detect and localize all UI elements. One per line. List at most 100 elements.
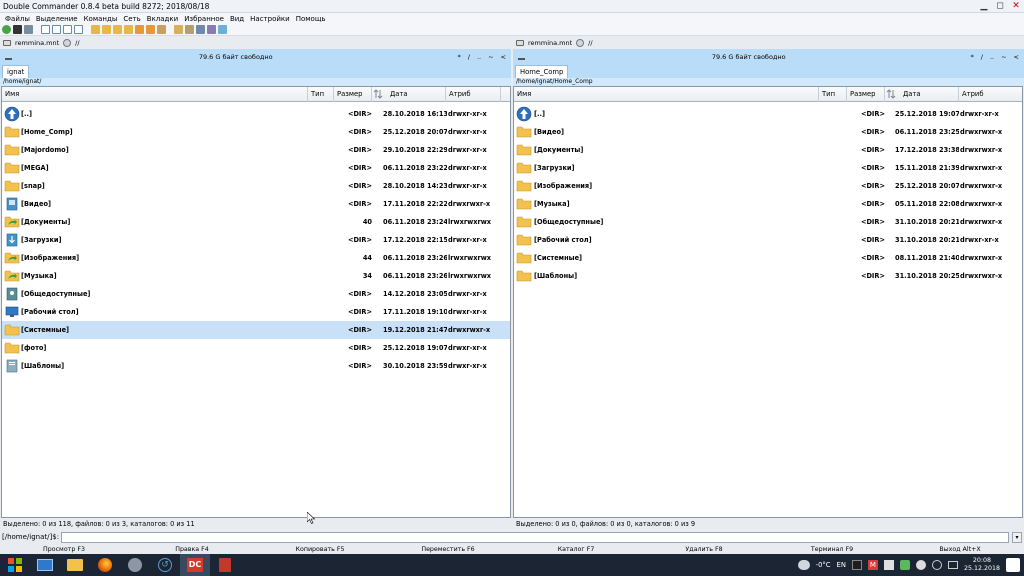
pack-files-icon[interactable]	[113, 25, 122, 34]
f6-move-button[interactable]: Переместить F6	[384, 545, 512, 554]
multi-rename-icon[interactable]	[146, 25, 155, 34]
right-tab-home-comp[interactable]: Home_Comp	[515, 65, 569, 78]
file-row[interactable]: [Загрузки] <DIR> 15.11.2018 21:39:15drwxrw…	[514, 159, 1022, 177]
file-row[interactable]: [Загрузки] <DIR> 17.12.2018 22:15:27drwxr-…	[2, 231, 510, 249]
info-icon[interactable]	[218, 25, 227, 34]
maximize-button[interactable]: ◻	[992, 0, 1008, 13]
tray-app-icon[interactable]	[851, 560, 862, 570]
file-row[interactable]: [Видео] <DIR> 17.11.2018 22:22:44drwxrwxr-…	[2, 195, 510, 213]
left-col-size[interactable]: Размер	[334, 87, 372, 102]
command-input[interactable]	[61, 531, 1009, 543]
file-row[interactable]: [..] <DIR> 28.10.2018 16:13:15drwxr-xr-x	[2, 105, 510, 123]
thumbnails-view-icon[interactable]	[74, 25, 83, 34]
right-nav-home-button[interactable]: ~	[1001, 53, 1006, 61]
clock[interactable]: 20:08 25.12.2018	[964, 557, 1000, 573]
taskbar-app-arrow[interactable]: ↺	[150, 554, 180, 576]
f7-mkdir-button[interactable]: Каталог F7	[512, 545, 640, 554]
right-path[interactable]: /home/ignat/Home_Comp	[513, 78, 1024, 86]
right-drive-label[interactable]: remmina.mnt	[528, 39, 572, 47]
left-drive-dropdown-button[interactable]	[2, 51, 14, 62]
menu-selection[interactable]: Выделение	[33, 15, 81, 23]
right-nav-root-button[interactable]: *	[971, 53, 974, 61]
left-nav-home-button[interactable]: ~	[488, 53, 493, 61]
shield-icon[interactable]	[931, 560, 942, 570]
file-row[interactable]: [Музыка] 34 06.11.2018 23:26:54lrwxrwxrwx	[2, 267, 510, 285]
left-nav-slash-button[interactable]: /	[468, 53, 470, 61]
left-col-attr[interactable]: Атриб	[446, 87, 501, 102]
left-col-name[interactable]: Имя	[2, 87, 308, 102]
file-row[interactable]: [snap] <DIR> 28.10.2018 14:23:40drwxr-xr-x	[2, 177, 510, 195]
taskbar-explorer[interactable]	[60, 554, 90, 576]
mega-icon[interactable]: M	[867, 560, 878, 570]
refresh-icon[interactable]	[2, 25, 11, 34]
file-row[interactable]: [..] <DIR> 25.12.2018 19:07:41drwxr-xr-x	[514, 105, 1022, 123]
drive-icon[interactable]	[3, 39, 11, 46]
file-row[interactable]: [Шаблоны] <DIR> 30.10.2018 23:59:45drwxr-x…	[2, 357, 510, 375]
drive-icon[interactable]	[516, 39, 524, 46]
battery-icon[interactable]	[947, 561, 958, 569]
settings-icon[interactable]	[24, 25, 33, 34]
f3-view-button[interactable]: Просмотр F3	[0, 545, 128, 554]
right-file-panel[interactable]: Имя Тип Размер Дата Атриб [..] <DIR> 25.12…	[513, 86, 1023, 518]
right-col-name[interactable]: Имя	[514, 87, 819, 102]
file-row[interactable]: [Системные] <DIR> 19.12.2018 21:47:51drwxr…	[2, 321, 510, 339]
right-col-size[interactable]: Размер	[847, 87, 885, 102]
file-row[interactable]: [Музыка] <DIR> 05.11.2018 22:08:24drwxrwxr…	[514, 195, 1022, 213]
right-net-label[interactable]: //	[588, 39, 592, 47]
taskbar-desktop[interactable]	[30, 554, 60, 576]
unpack-files-icon[interactable]	[124, 25, 133, 34]
full-view-icon[interactable]	[52, 25, 61, 34]
file-row[interactable]: [Видео] <DIR> 06.11.2018 23:25:17drwxrwxr-…	[514, 123, 1022, 141]
left-nav-root-button[interactable]: *	[458, 53, 461, 61]
taskbar-firefox[interactable]	[90, 554, 120, 576]
menu-settings[interactable]: Настройки	[247, 15, 293, 23]
columns-view-icon[interactable]	[63, 25, 72, 34]
file-row[interactable]: [Home_Comp] <DIR> 25.12.2018 20:07:46drwxr…	[2, 123, 510, 141]
network-icon[interactable]	[63, 38, 72, 47]
file-row[interactable]: [фото] <DIR> 25.12.2018 19:07:50drwxr-xr-x	[2, 339, 510, 357]
file-row[interactable]: [Документы] 40 06.11.2018 23:24:47lrwxrwxr…	[2, 213, 510, 231]
minimize-button[interactable]: ▁	[976, 0, 992, 13]
taskbar-app-gear[interactable]	[120, 554, 150, 576]
left-net-label[interactable]: //	[75, 39, 79, 47]
right-drive-dropdown-button[interactable]	[515, 51, 527, 62]
right-nav-up-button[interactable]: ..	[990, 53, 994, 61]
exit-button[interactable]: Выход Alt+X	[896, 545, 1024, 554]
right-nav-slash-button[interactable]: /	[981, 53, 983, 61]
file-row[interactable]: [Рабочий стол] <DIR> 17.11.2018 19:10:01dr…	[2, 303, 510, 321]
file-row[interactable]: [Изображения] <DIR> 25.12.2018 20:07:25drw…	[514, 177, 1022, 195]
menu-files[interactable]: Файлы	[2, 15, 33, 23]
tray-app2-icon[interactable]	[883, 560, 894, 570]
edit-icon[interactable]	[185, 25, 194, 34]
taskbar-double-commander[interactable]: DC	[180, 554, 210, 576]
start-button[interactable]	[0, 554, 30, 576]
search-files-icon[interactable]	[135, 25, 144, 34]
weather-temp[interactable]: -0°C	[816, 561, 831, 569]
notification-icon[interactable]	[1006, 558, 1020, 572]
file-row[interactable]: [Рабочий стол] <DIR> 31.10.2018 20:21:33dr…	[514, 231, 1022, 249]
f9-terminal-button[interactable]: Терминал F9	[768, 545, 896, 554]
file-row[interactable]: [Изображения] 44 06.11.2018 23:26:20lrwxrw…	[2, 249, 510, 267]
left-path[interactable]: /home/ignat/	[0, 78, 511, 86]
right-nav-back-button[interactable]: <	[1014, 53, 1019, 61]
language-indicator[interactable]: EN	[837, 561, 846, 569]
menu-favorites[interactable]: Избранное	[181, 15, 227, 23]
f8-delete-button[interactable]: Удалить F8	[640, 545, 768, 554]
f4-edit-button[interactable]: Правка F4	[128, 545, 256, 554]
brief-view-icon[interactable]	[41, 25, 50, 34]
menu-view[interactable]: Вид	[227, 15, 247, 23]
file-row[interactable]: [Majordomo] <DIR> 29.10.2018 22:29:21drwxr…	[2, 141, 510, 159]
f5-copy-button[interactable]: Копировать F5	[256, 545, 384, 554]
tray-app4-icon[interactable]	[915, 560, 926, 570]
terminal-icon[interactable]	[13, 25, 22, 34]
left-nav-back-button[interactable]: <	[501, 53, 506, 61]
network-icon[interactable]	[576, 38, 585, 47]
menu-help[interactable]: Помощь	[293, 15, 329, 23]
menu-tabs[interactable]: Вкладки	[144, 15, 181, 23]
copy-files-icon[interactable]	[91, 25, 100, 34]
right-col-type[interactable]: Тип	[819, 87, 847, 102]
hotlist-icon[interactable]	[207, 25, 216, 34]
file-row[interactable]: [Системные] <DIR> 08.11.2018 21:40:26drwxr…	[514, 249, 1022, 267]
menu-commands[interactable]: Команды	[81, 15, 121, 23]
close-button[interactable]: ✕	[1008, 0, 1024, 13]
